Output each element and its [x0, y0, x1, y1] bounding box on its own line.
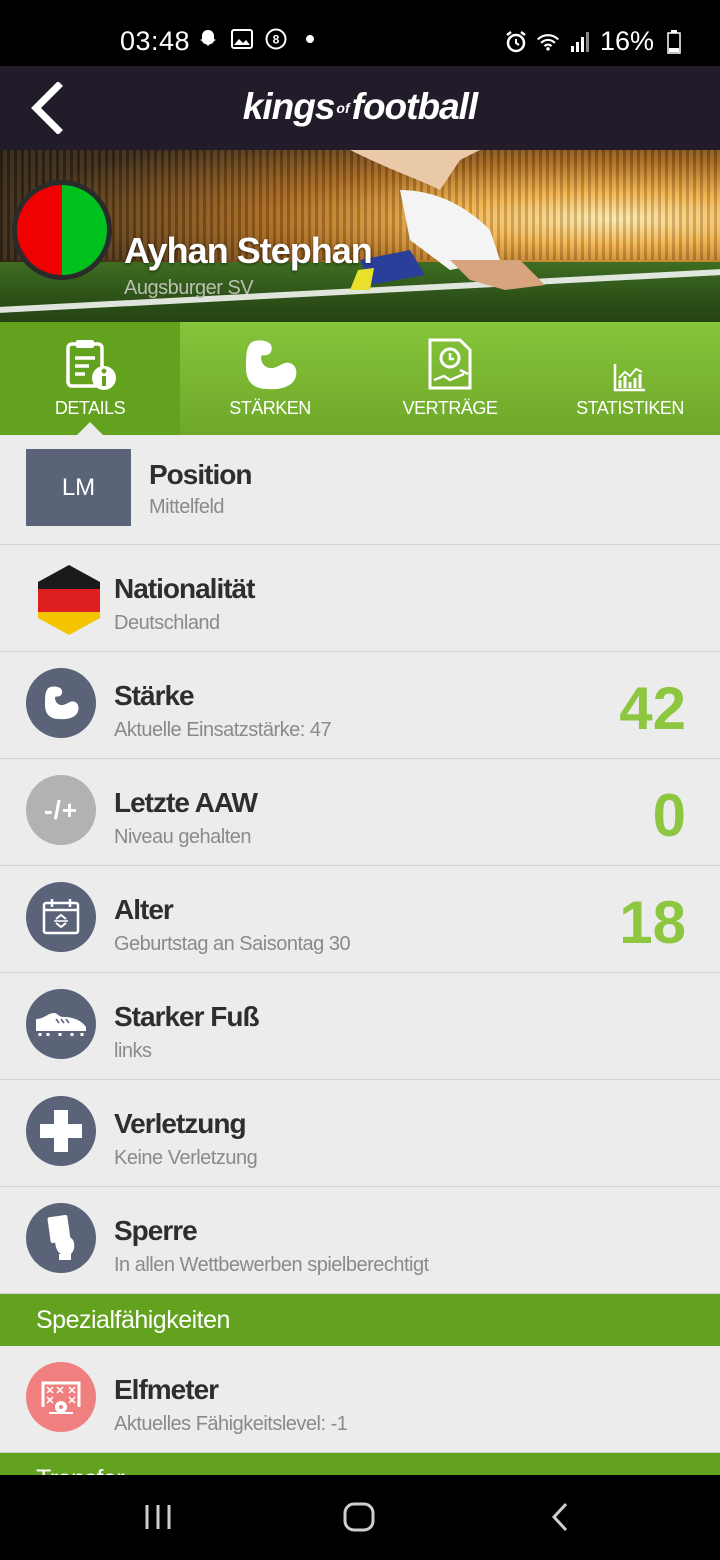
suspension-row[interactable]: Sperre In allen Wettbewerben spielberech… [0, 1187, 720, 1294]
row-subtitle: Keine Verletzung [114, 1147, 258, 1169]
section-header-transfer: Transfer [0, 1453, 720, 1475]
muscle-icon [242, 336, 298, 392]
app-badge-icon: 8 [264, 26, 288, 52]
last-aaw-row[interactable]: -/+ Letzte AAW Niveau gehalten 0 [0, 759, 720, 866]
muscle-icon [26, 668, 96, 738]
row-title: Starker Fuß [114, 1001, 260, 1032]
player-club[interactable]: Augsburger SV [124, 277, 254, 300]
aaw-value: 0 [652, 782, 686, 849]
svg-text:8: 8 [273, 33, 280, 47]
special-ability-row[interactable]: Elfmeter Aktuelles Fähigkeitslevel: -1 [0, 1346, 720, 1453]
row-subtitle: Aktuelle Einsatzstärke: 47 [114, 719, 332, 741]
tab-label: VERTRÄGE [402, 398, 498, 418]
penalty-icon [26, 1362, 96, 1432]
row-title: Verletzung [114, 1108, 247, 1139]
row-title: Stärke [114, 680, 195, 711]
player-name: Ayhan Stephan [124, 230, 373, 271]
logo-word-of: of [336, 100, 350, 116]
section-header-special: Spezialfähigkeiten [0, 1294, 720, 1346]
tab-label: DETAILS [54, 398, 126, 418]
details-icon [62, 336, 118, 392]
row-title: Letzte AAW [114, 787, 258, 818]
boot-icon [26, 989, 96, 1059]
recent-apps-button[interactable] [128, 1497, 188, 1537]
row-subtitle: In allen Wettbewerben spielberechtigt [114, 1254, 429, 1276]
club-badge [12, 180, 112, 280]
injury-row[interactable]: Verletzung Keine Verletzung [0, 1080, 720, 1187]
gallery-icon [230, 26, 254, 52]
nationality-row[interactable]: Nationalität Deutschland [0, 545, 720, 652]
tab-details[interactable]: DETAILS [0, 322, 180, 435]
row-title: Nationalität [114, 573, 255, 604]
row-subtitle: Niveau gehalten [114, 826, 252, 848]
tab-staerken[interactable]: STÄRKEN [180, 322, 360, 435]
logo-word-football: football [351, 86, 479, 127]
row-title: Position [149, 459, 252, 490]
home-icon [343, 1502, 375, 1532]
statistics-icon [613, 336, 647, 392]
tab-bar: DETAILS STÄRKEN VERTRÄGE STATISTIKEN [0, 322, 720, 435]
plus-minus-icon: -/+ [26, 775, 96, 845]
status-right-icons: 16% [504, 26, 686, 57]
dot-icon [298, 26, 322, 52]
strength-row[interactable]: Stärke Aktuelle Einsatzstärke: 47 42 [0, 652, 720, 759]
age-row[interactable]: Alter Geburtstag an Saisontag 30 18 [0, 866, 720, 973]
app-bar: kings offootball [0, 66, 720, 150]
row-subtitle: Mittelfeld [149, 496, 225, 518]
details-list: LM Position Mittelfeld Nationalität Deut… [0, 435, 720, 1475]
tab-label: STATISTIKEN [576, 398, 684, 418]
status-left-icons: 8 [196, 26, 322, 52]
row-subtitle: Deutschland [114, 612, 220, 634]
logo-word-kings: kings [242, 86, 336, 127]
strong-foot-row[interactable]: Starker Fuß links [0, 973, 720, 1080]
cross-icon [26, 1096, 96, 1166]
row-subtitle: Aktuelles Fähigkeitslevel: -1 [114, 1413, 348, 1435]
battery-percent: 16% [599, 26, 654, 56]
position-row[interactable]: LM Position Mittelfeld [0, 435, 720, 545]
germany-flag-icon [38, 565, 100, 635]
tab-label: STÄRKEN [229, 398, 311, 418]
contract-icon [422, 336, 478, 392]
tab-statistiken[interactable]: STATISTIKEN [540, 322, 720, 435]
row-subtitle: Geburtstag an Saisontag 30 [114, 933, 351, 955]
calendar-icon [26, 882, 96, 952]
row-subtitle: links [114, 1040, 152, 1062]
strength-value: 42 [619, 675, 686, 742]
back-icon [551, 1502, 568, 1532]
age-value: 18 [619, 889, 686, 956]
position-badge: LM [26, 449, 131, 526]
tab-vertraege[interactable]: VERTRÄGE [360, 322, 540, 435]
snapchat-icon [196, 26, 220, 52]
battery-icon [662, 29, 686, 55]
recent-apps-icon [145, 1505, 171, 1529]
status-time: 03:48 [120, 26, 191, 56]
wifi-icon [536, 29, 560, 55]
status-bar: 03:48 8 16% [0, 0, 720, 66]
card-icon [26, 1203, 96, 1273]
row-title: Sperre [114, 1215, 198, 1246]
signal-icon [568, 29, 592, 55]
player-silhouette [350, 150, 545, 290]
row-title: Elfmeter [114, 1374, 219, 1405]
app-logo: kings offootball [0, 86, 720, 128]
alarm-icon [504, 29, 528, 55]
system-back-button[interactable] [530, 1497, 590, 1537]
row-title: Alter [114, 894, 174, 925]
home-button[interactable] [329, 1497, 389, 1537]
system-nav-bar [0, 1475, 720, 1560]
